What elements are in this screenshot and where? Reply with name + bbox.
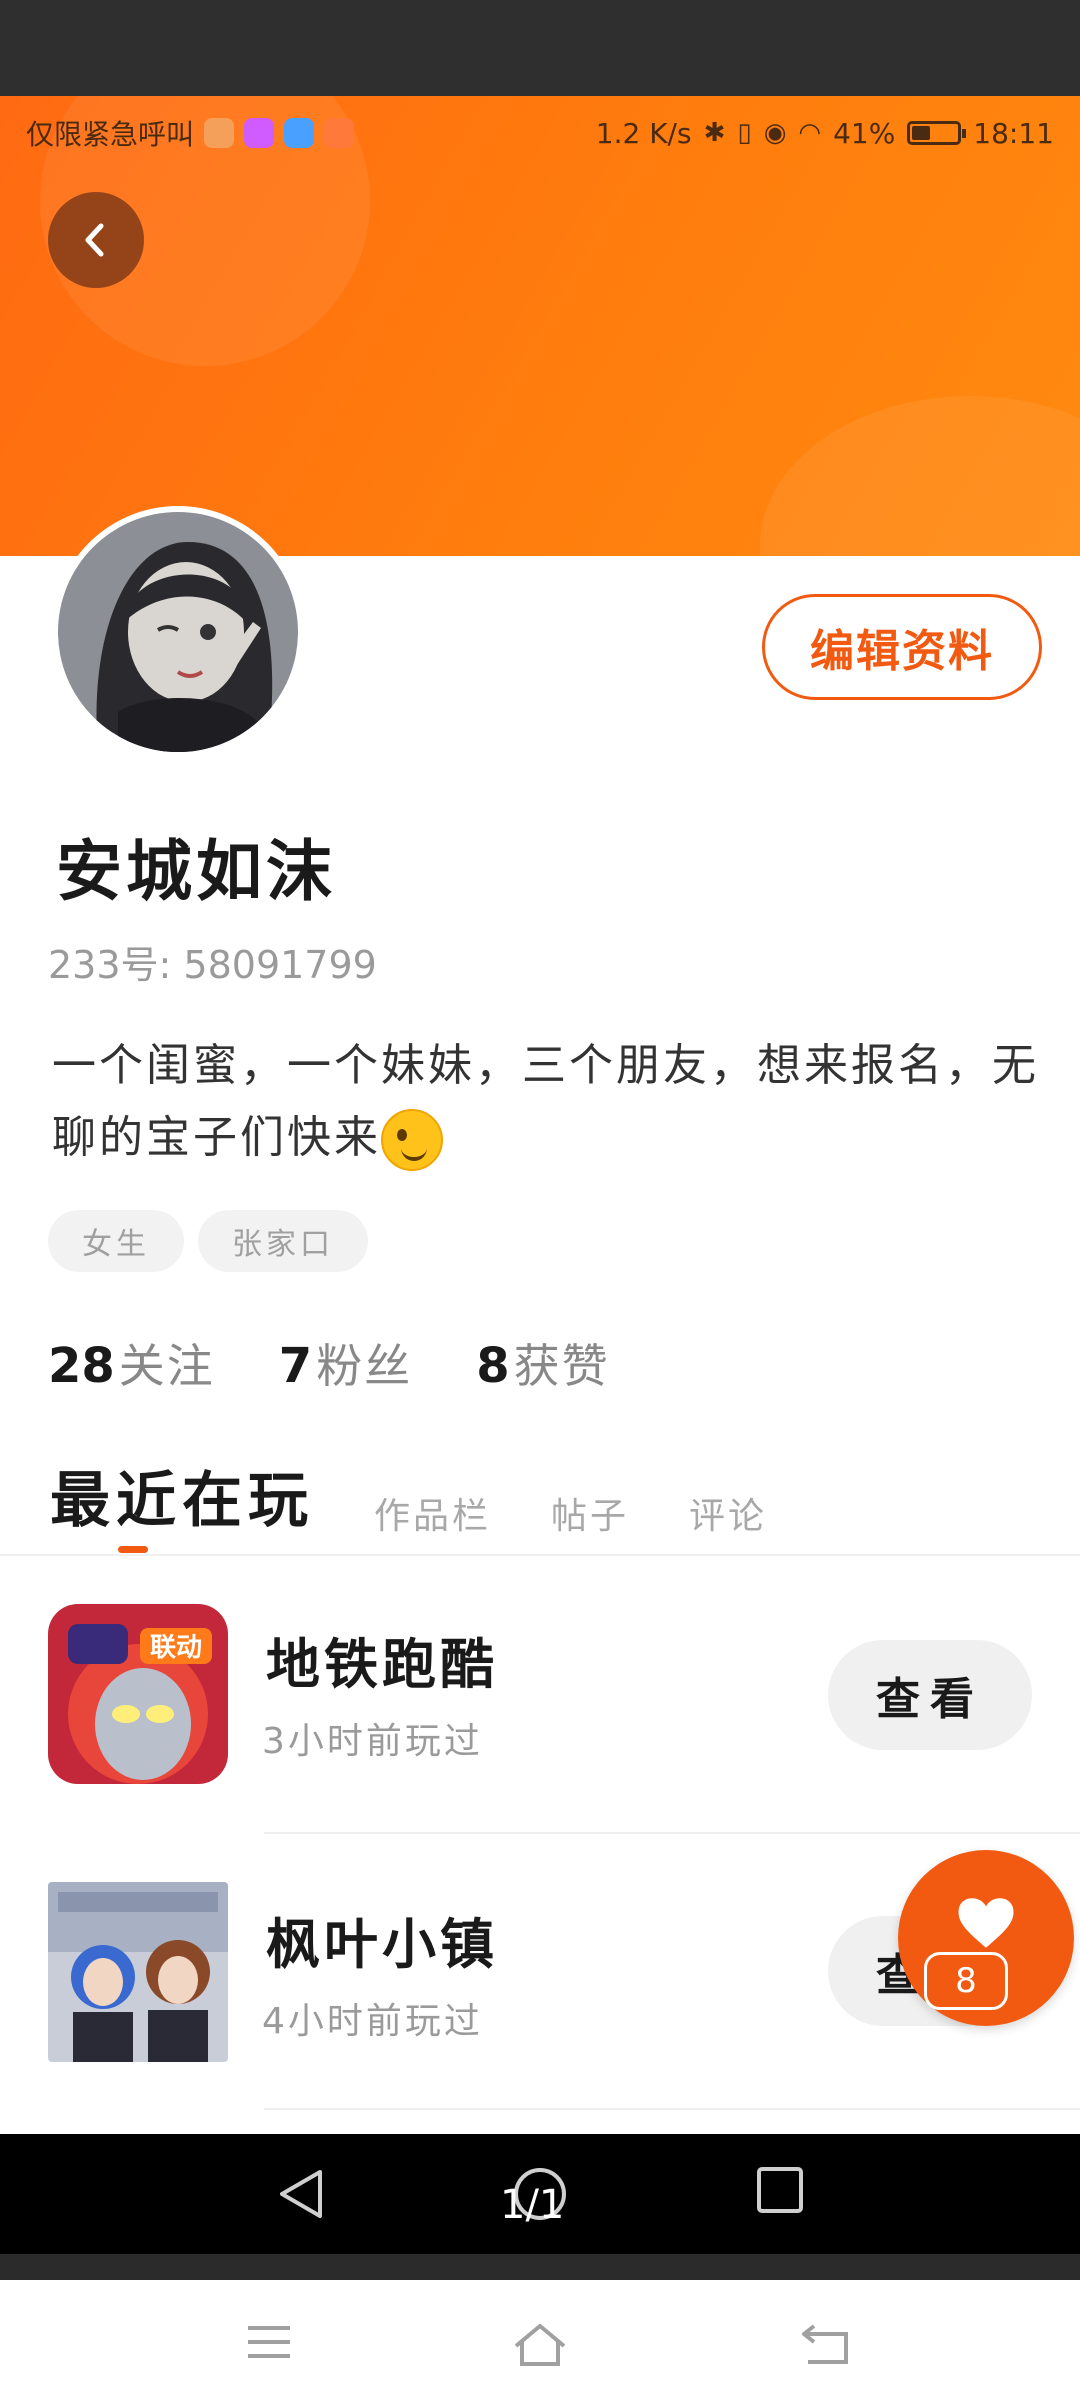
app-notification-icon: [204, 118, 235, 148]
bluetooth-icon: ✱: [703, 118, 726, 148]
network-speed: 1.2 K/s: [595, 116, 692, 150]
bio: 一个闺蜜，一个妹妹，三个朋友，想来报名，无聊的宝子们快来: [52, 1030, 1042, 1174]
game-name: 枫叶小镇: [266, 1913, 498, 1976]
row-divider: [264, 1832, 1080, 1834]
view-game-button[interactable]: 查看: [828, 1640, 1032, 1750]
carrier-text: 仅限紧急呼叫: [26, 118, 195, 151]
profile-stats: 28 关注 7 粉丝 8 获赞: [48, 1330, 610, 1396]
eye-icon: ◉: [763, 118, 787, 148]
tabs-divider: [0, 1554, 1080, 1556]
tab-works[interactable]: 作品栏: [374, 1487, 491, 1549]
music-app-icon: [244, 118, 275, 148]
clock: 18:11: [973, 116, 1054, 150]
avatar[interactable]: [52, 506, 304, 758]
message-app-icon: [284, 118, 315, 148]
like-count-badge: 8: [924, 1952, 1008, 2010]
game-icon-badge-text: 联动: [150, 1633, 202, 1663]
stat-followers[interactable]: 7 粉丝: [279, 1330, 412, 1396]
game-last-played: 3小时前玩过: [262, 1721, 483, 1762]
game-name: 地铁跑酷: [266, 1633, 498, 1696]
stat-following[interactable]: 28 关注: [48, 1330, 215, 1396]
top-dark-frame: [0, 0, 1080, 96]
edit-profile-button[interactable]: 编辑资料: [762, 594, 1042, 700]
profile-header-banner: [0, 96, 1080, 556]
user-id: 233号: 58091799: [48, 943, 377, 987]
stat-likes[interactable]: 8 获赞: [476, 1330, 609, 1396]
status-bar: 仅限紧急呼叫 1.2 K/s ✱ ▯ ◉ ◠ 41% 18:11: [0, 110, 1080, 156]
viewer-gap: [0, 2254, 1080, 2280]
return-icon[interactable]: [800, 2322, 852, 2366]
bio-text: 一个闺蜜，一个妹妹，三个朋友，想来报名，无聊的宝子们快来: [52, 1040, 1039, 1163]
store-app-icon: [324, 118, 355, 148]
chevron-left-icon: [85, 223, 104, 257]
wink-emoji-icon: [381, 1109, 443, 1171]
page-indicator: 1/1: [500, 2182, 565, 2228]
vibrate-icon: ▯: [737, 118, 752, 148]
game-last-played: 4小时前玩过: [262, 2001, 483, 2042]
profile-tabs: 最近在玩 作品栏 帖子 评论: [50, 1452, 767, 1549]
game-row-subway-surfers[interactable]: 联动 地铁跑酷 3小时前玩过 查看: [0, 1590, 1080, 1790]
battery-percent: 41%: [833, 116, 896, 150]
battery-icon: [907, 121, 967, 145]
tag-location: 张家口: [198, 1210, 368, 1272]
nav-back-icon[interactable]: [276, 2166, 326, 2222]
tab-posts[interactable]: 帖子: [551, 1487, 629, 1549]
active-tab-indicator: [118, 1546, 148, 1553]
back-button[interactable]: [48, 192, 144, 288]
tag-gender: 女生: [48, 1210, 184, 1272]
avatar-illustration: [58, 512, 298, 752]
home-icon[interactable]: [512, 2322, 568, 2368]
profile-tags: 女生 张家口: [48, 1210, 368, 1272]
subway-surfers-game-icon: 联动: [48, 1604, 228, 1784]
wifi-icon: ◠: [798, 118, 822, 148]
tab-recently-played[interactable]: 最近在玩: [50, 1452, 314, 1549]
nav-recents-icon[interactable]: [756, 2166, 804, 2214]
heart-icon: [958, 1898, 1014, 1948]
row-divider: [264, 2108, 1080, 2110]
maple-town-game-icon: [48, 1882, 228, 2062]
username: 安城如沫: [56, 833, 336, 910]
menu-icon[interactable]: [246, 2322, 292, 2362]
tab-comments[interactable]: 评论: [689, 1487, 767, 1549]
